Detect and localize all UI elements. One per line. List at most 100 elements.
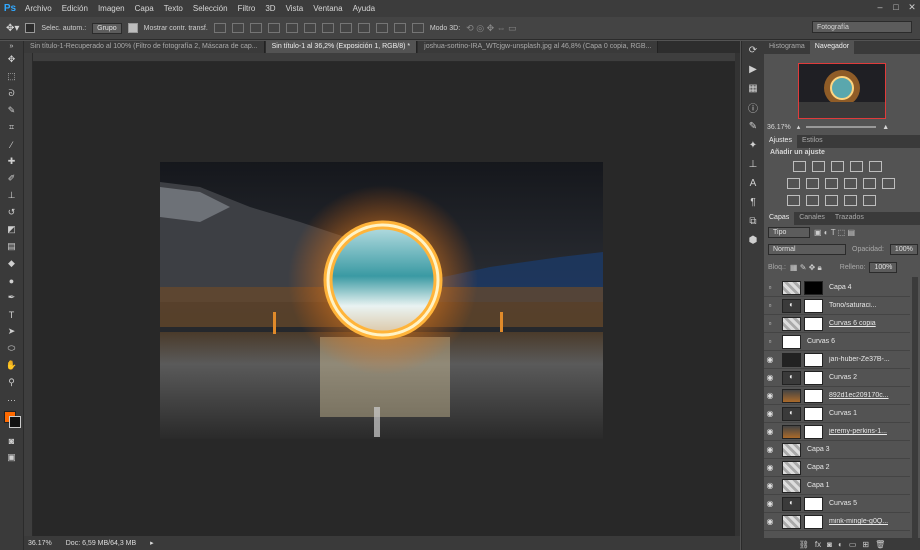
adjustment-layer-icon[interactable]: ◐ — [782, 406, 801, 421]
color-lookup-icon[interactable] — [882, 178, 895, 189]
layer-thumbnail[interactable] — [782, 514, 801, 529]
layer-row[interactable]: ▫ Curvas 6 — [764, 333, 910, 351]
layer-row[interactable]: ◉ jan-huber-Ze37B-... — [764, 351, 910, 369]
layer-name[interactable]: Curvas 6 copia — [829, 320, 876, 327]
3d-orbit-icon[interactable]: ⟲ ◎ ✥ ⇔ ▭ — [466, 23, 516, 34]
pen-tool-icon[interactable]: ✒ — [0, 289, 23, 306]
more-tools-icon[interactable]: ··· — [0, 391, 23, 408]
hand-tool-icon[interactable]: ✋ — [0, 357, 23, 374]
eye-hidden-icon[interactable]: ▫ — [764, 301, 776, 310]
layer-row[interactable]: ◉ jeremy-perkins-1... — [764, 423, 910, 441]
hue-saturation-icon[interactable] — [787, 178, 800, 189]
layer-name[interactable]: 892d1ec209170c... — [829, 392, 889, 399]
eyedropper-tool-icon[interactable]: ⁄ — [0, 136, 23, 153]
quick-mask-icon[interactable]: ◙ — [0, 432, 23, 449]
eye-icon[interactable]: ◉ — [764, 391, 776, 400]
menu-texto[interactable]: Texto — [159, 4, 188, 13]
eye-icon[interactable]: ◉ — [764, 427, 776, 436]
info-icon[interactable]: ⓘ — [742, 98, 764, 117]
align-top-icon[interactable] — [213, 23, 226, 33]
layer-thumbnail[interactable] — [782, 316, 801, 331]
paragraph-icon[interactable]: ¶ — [742, 193, 764, 212]
vibrance-icon[interactable] — [869, 161, 882, 172]
clone-stamp-tool-icon[interactable]: ⊥ — [0, 187, 23, 204]
eye-hidden-icon[interactable]: ▫ — [764, 283, 776, 292]
zoom-slider[interactable] — [806, 126, 877, 128]
ellipse-tool-icon[interactable]: ⬭ — [0, 340, 23, 357]
layer-thumbnail[interactable] — [782, 424, 801, 439]
blend-mode-select[interactable]: Normal — [768, 244, 846, 255]
layer-row[interactable]: ◉ 892d1ec209170c... — [764, 387, 910, 405]
menu-ayuda[interactable]: Ayuda — [348, 4, 381, 13]
layer-row[interactable]: ▫ Curvas 6 copia — [764, 315, 910, 333]
screen-mode-icon[interactable]: ▣ — [0, 449, 23, 466]
new-group-icon[interactable]: ▭ — [849, 540, 857, 549]
show-transform-checkbox[interactable] — [127, 23, 138, 33]
menu-capa[interactable]: Capa — [130, 4, 159, 13]
navigator-zoom[interactable]: 36.17% — [767, 124, 791, 131]
zoom-level[interactable]: 36.17% — [28, 540, 52, 547]
layer-name[interactable]: Curvas 1 — [829, 410, 857, 417]
black-white-icon[interactable] — [825, 178, 838, 189]
selective-color-icon[interactable] — [863, 195, 876, 206]
layer-thumbnail[interactable] — [782, 478, 801, 493]
layer-row[interactable]: ◉ Capa 2 — [764, 459, 910, 477]
brightness-icon[interactable] — [793, 161, 806, 172]
tab-canales[interactable]: Canales — [794, 212, 830, 225]
layer-mask-thumbnail[interactable] — [804, 280, 823, 295]
eye-icon[interactable]: ◉ — [764, 463, 776, 472]
layer-mask-thumbnail[interactable] — [804, 514, 823, 529]
layer-mask-thumbnail[interactable] — [804, 496, 823, 511]
layer-thumbnail[interactable] — [782, 442, 801, 457]
filter-icons[interactable]: ▣ ◐ T ⬚ ▤ — [814, 228, 855, 237]
dodge-tool-icon[interactable]: ● — [0, 272, 23, 289]
eye-hidden-icon[interactable]: ▫ — [764, 319, 776, 328]
curves-icon[interactable] — [831, 161, 844, 172]
layer-row[interactable]: ◉ Capa 1 — [764, 477, 910, 495]
distribute-right-icon[interactable] — [411, 23, 424, 33]
layer-row[interactable]: ▫ ◐ Tono/saturaci... — [764, 297, 910, 315]
align-bottom-icon[interactable] — [249, 23, 262, 33]
brushes-icon[interactable]: ✦ — [742, 136, 764, 155]
posterize-icon[interactable] — [806, 195, 819, 206]
align-middle-icon[interactable] — [231, 23, 244, 33]
menu-3d[interactable]: 3D — [260, 4, 280, 13]
gradient-tool-icon[interactable]: ▤ — [0, 238, 23, 255]
distribute-top-icon[interactable] — [321, 23, 334, 33]
quick-select-tool-icon[interactable]: ✎ — [0, 102, 23, 119]
type-tool-icon[interactable]: T — [0, 306, 23, 323]
healing-brush-tool-icon[interactable]: ✚ — [0, 153, 23, 170]
add-mask-icon[interactable]: ◙ — [827, 540, 832, 549]
eraser-tool-icon[interactable]: ◩ — [0, 221, 23, 238]
document-canvas[interactable] — [160, 162, 603, 439]
layer-mask-thumbnail[interactable] — [804, 388, 823, 403]
menu-vista[interactable]: Vista — [281, 4, 309, 13]
character-icon[interactable]: A — [742, 174, 764, 193]
panel-collapse-icon[interactable]: » — [0, 41, 23, 51]
zoom-out-icon[interactable]: ▴ — [797, 123, 801, 131]
eye-icon[interactable]: ◉ — [764, 499, 776, 508]
lock-icons[interactable]: ▦ ✎ ✥ 🔒︎ — [790, 263, 822, 273]
layer-row[interactable]: ◉ Capa 3 — [764, 441, 910, 459]
brush-tool-icon[interactable]: ✐ — [0, 170, 23, 187]
levels-icon[interactable] — [812, 161, 825, 172]
brush-settings-icon[interactable]: ✎ — [742, 117, 764, 136]
distribute-left-icon[interactable] — [375, 23, 388, 33]
layer-name[interactable]: Capa 4 — [829, 284, 852, 291]
distribute-bottom-icon[interactable] — [357, 23, 370, 33]
eye-icon[interactable]: ◉ — [764, 445, 776, 454]
background-color-swatch[interactable] — [9, 416, 21, 428]
fx-icon[interactable]: fx — [815, 540, 821, 549]
link-layers-icon[interactable]: ⛓ — [799, 540, 809, 549]
layer-mask-thumbnail[interactable] — [804, 316, 823, 331]
layer-name[interactable]: jeremy-perkins-1... — [829, 428, 887, 435]
layer-row[interactable]: ◉ mink-mingle-g0Q... — [764, 513, 910, 531]
layer-thumbnail[interactable] — [782, 280, 801, 295]
exposure-icon[interactable] — [850, 161, 863, 172]
invert-icon[interactable] — [787, 195, 800, 206]
canvas-scrollbar[interactable] — [735, 53, 740, 536]
layer-comps-icon[interactable]: ▦ — [742, 79, 764, 98]
menu-filtro[interactable]: Filtro — [233, 4, 261, 13]
properties-icon[interactable]: ⧉ — [742, 212, 764, 231]
path-select-tool-icon[interactable]: ➤ — [0, 323, 23, 340]
